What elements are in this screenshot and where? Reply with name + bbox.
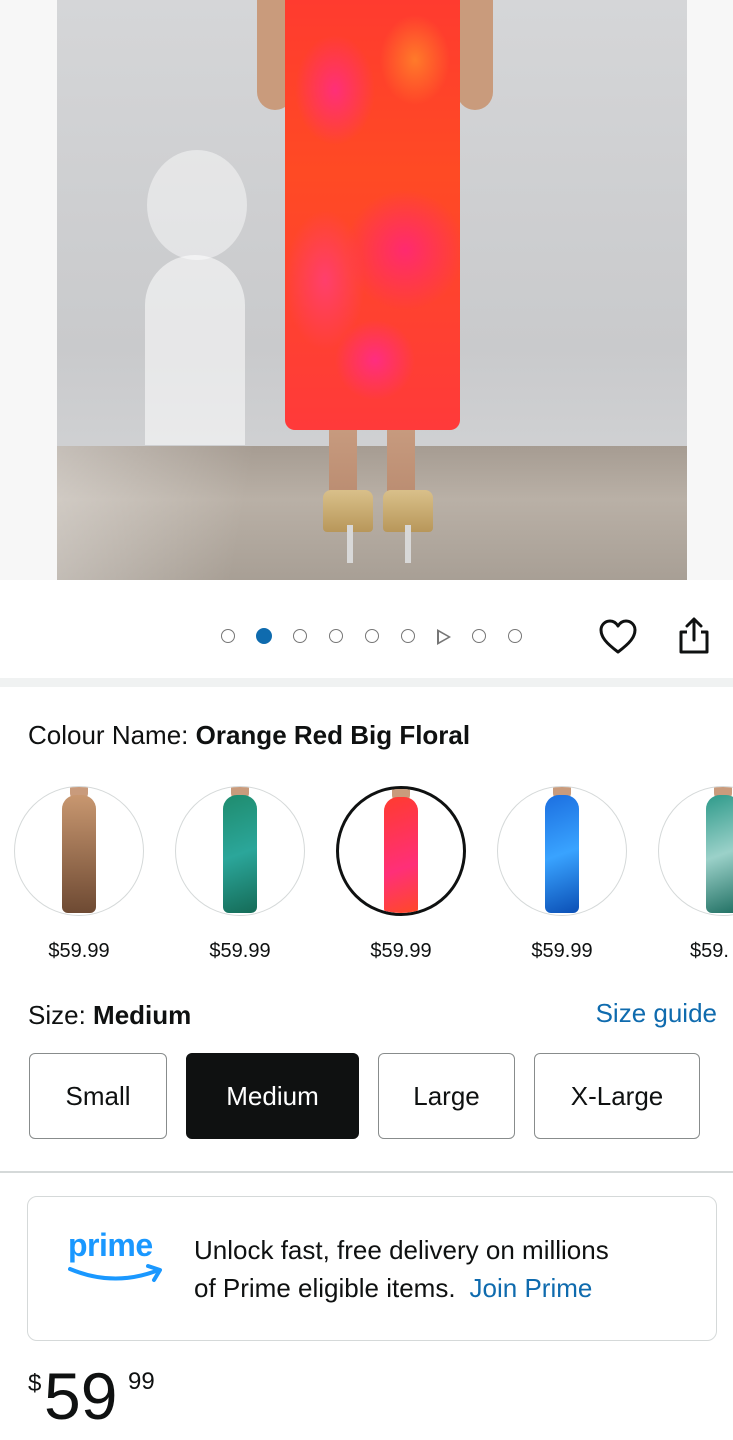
carousel-dot[interactable] xyxy=(221,629,235,643)
carousel-dot[interactable] xyxy=(293,629,307,643)
heel-right xyxy=(405,525,411,563)
swatch-dress-brown xyxy=(62,795,96,913)
video-play-icon[interactable] xyxy=(437,629,451,645)
section-divider xyxy=(0,678,733,687)
swatch-price: $59.99 xyxy=(48,940,110,962)
share-icon xyxy=(679,617,709,654)
colour-name-label: Colour Name: xyxy=(28,720,196,750)
product-image-area xyxy=(0,0,733,580)
colour-swatch-teal[interactable] xyxy=(658,786,733,916)
swatch-price: $59.99 xyxy=(209,940,271,962)
swatch-dress-green xyxy=(223,795,257,913)
colour-name-value: Orange Red Big Floral xyxy=(195,720,471,750)
share-button[interactable] xyxy=(674,616,714,656)
carousel-dot-active[interactable] xyxy=(256,628,272,644)
size-option-large[interactable]: Large xyxy=(378,1053,515,1139)
swatch-dress-blue xyxy=(545,795,579,913)
size-line: Size: Medium xyxy=(28,1000,191,1031)
prime-smile-icon xyxy=(68,1264,162,1282)
colour-swatch-blue[interactable] xyxy=(497,786,627,916)
colour-swatch-list: $59.99 $59.99 $59.99 $59.99 $59. xyxy=(0,786,733,976)
swatch-dress-orange-red xyxy=(384,797,418,913)
swatch-price: $59. xyxy=(690,940,729,962)
wall-light xyxy=(145,255,245,445)
colour-swatch-brown[interactable] xyxy=(14,786,144,916)
heel-left xyxy=(347,525,353,563)
swatch-price: $59.99 xyxy=(370,940,432,962)
prime-message-line2: of Prime eligible items. xyxy=(194,1273,456,1303)
prime-message: Unlock fast, free delivery on millions o… xyxy=(194,1231,694,1307)
swatch-dress-teal xyxy=(706,795,733,913)
wishlist-heart-button[interactable] xyxy=(598,618,638,658)
prime-message-line1: Unlock fast, free delivery on millions xyxy=(194,1235,609,1265)
wall-shadow xyxy=(147,150,247,260)
prime-logo: prime xyxy=(68,1227,168,1291)
price-whole: 59 xyxy=(44,1359,118,1433)
size-option-small[interactable]: Small xyxy=(29,1053,167,1139)
join-prime-link[interactable]: Join Prime xyxy=(470,1273,593,1303)
prime-logo-text: prime xyxy=(68,1227,153,1263)
price-currency-symbol: $ xyxy=(28,1370,42,1397)
colour-swatch-orange-red-selected[interactable] xyxy=(336,786,466,916)
prime-message-line2-row: of Prime eligible items. Join Prime xyxy=(194,1269,694,1307)
heart-icon xyxy=(599,619,637,654)
price-fraction: 99 xyxy=(128,1368,155,1395)
carousel-dot[interactable] xyxy=(365,629,379,643)
dress xyxy=(285,0,460,430)
carousel-dot[interactable] xyxy=(401,629,415,643)
size-option-x-large[interactable]: X-Large xyxy=(534,1053,700,1139)
size-label: Size: xyxy=(28,1000,94,1030)
swatch-price: $59.99 xyxy=(531,940,593,962)
model-arm-right xyxy=(457,0,493,110)
product-image[interactable] xyxy=(57,0,687,580)
carousel-dot[interactable] xyxy=(508,629,522,643)
colour-name-line: Colour Name: Orange Red Big Floral xyxy=(28,720,470,751)
size-option-medium[interactable]: Medium xyxy=(186,1053,359,1139)
size-guide-link[interactable]: Size guide xyxy=(596,998,717,1029)
floor-light xyxy=(57,446,317,580)
section-divider xyxy=(0,1171,733,1173)
carousel-dot[interactable] xyxy=(329,629,343,643)
carousel-dot[interactable] xyxy=(472,629,486,643)
image-carousel-indicators xyxy=(0,610,733,666)
prime-upsell-card: prime Unlock fast, free delivery on mill… xyxy=(27,1196,717,1341)
size-value: Medium xyxy=(93,1000,192,1030)
colour-swatch-green[interactable] xyxy=(175,786,305,916)
